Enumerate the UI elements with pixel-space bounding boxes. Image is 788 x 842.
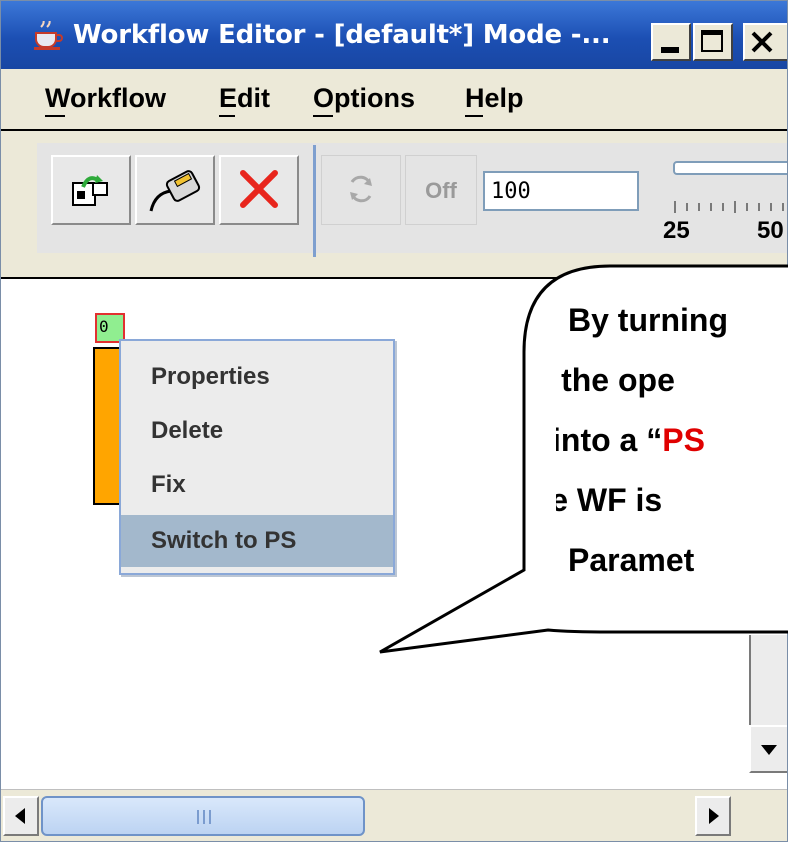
callout-line-5: Paramet [568, 542, 695, 578]
slider-label-25: 25 [663, 217, 690, 244]
callout-line-4: the WF is [556, 482, 663, 518]
callout-line-3-text: into a “ [556, 422, 663, 458]
menu-help[interactable]: Help [465, 83, 524, 114]
toolbar-separator [313, 145, 316, 257]
red-x-icon [240, 170, 278, 208]
menu-item-delete[interactable]: Delete [121, 405, 393, 457]
menu-item-fix[interactable]: Fix [121, 459, 393, 511]
speed-input[interactable] [483, 171, 639, 211]
toolbar: Off 25 50 [1, 131, 787, 279]
export-button[interactable] [51, 155, 131, 225]
mnemonic-underline [313, 115, 333, 117]
scroll-grip [209, 810, 211, 824]
callout-highlight-ps: PS [662, 422, 705, 458]
close-button[interactable] [743, 23, 787, 61]
mnemonic-underline [219, 115, 235, 117]
maximize-button[interactable] [693, 23, 733, 61]
refresh-button[interactable] [321, 155, 401, 225]
scroll-grip [197, 810, 199, 824]
off-label: Off [425, 178, 457, 203]
refresh-icon [350, 175, 372, 203]
horizontal-scrollbar[interactable] [1, 789, 787, 841]
delete-tool-button[interactable] [219, 155, 299, 225]
menu-bar: Workflow Edit Options Help [1, 69, 787, 131]
speed-slider[interactable] [673, 161, 787, 175]
title-bar[interactable]: Workflow Editor - [default*] Mode -... [1, 1, 787, 69]
close-icon [751, 31, 773, 53]
scroll-left-button[interactable] [3, 796, 39, 836]
slider-ticks [674, 201, 784, 213]
scroll-down-button[interactable] [749, 725, 787, 773]
maximize-icon [701, 30, 723, 52]
menu-item-switch-to-ps[interactable]: Switch to PS [121, 515, 393, 567]
menu-item-properties[interactable]: Properties [121, 351, 393, 403]
callout-line-1: By turning [568, 302, 728, 338]
menu-options[interactable]: Options [313, 83, 415, 114]
left-arrow-icon [15, 808, 25, 824]
context-menu: Properties Delete Fix Switch to PS [119, 339, 395, 575]
callout-line-2: of the ope [556, 362, 675, 398]
down-arrow-icon [761, 745, 777, 755]
off-toggle-button[interactable]: Off [405, 155, 477, 225]
callout-text: By turning of the ope into a “PS the WF … [556, 302, 788, 632]
export-icon [72, 175, 108, 206]
java-cup-icon [34, 21, 63, 50]
scroll-right-button[interactable] [695, 796, 731, 836]
menu-workflow[interactable]: Workflow [45, 83, 166, 114]
minimize-button[interactable] [651, 23, 691, 61]
vertical-scroll-track[interactable] [749, 635, 787, 725]
connect-button[interactable] [135, 155, 215, 225]
menu-edit[interactable]: Edit [219, 83, 270, 114]
horizontal-scroll-thumb[interactable] [41, 796, 365, 836]
window-title: Workflow Editor - [default*] Mode -... [73, 20, 611, 50]
mnemonic-underline [465, 115, 483, 117]
minimize-icon [661, 47, 679, 53]
callout-line-3: into a “PS [556, 422, 705, 459]
scroll-grip [203, 810, 205, 824]
mnemonic-underline [45, 115, 65, 117]
plug-icon [149, 170, 201, 212]
right-arrow-icon [709, 808, 719, 824]
slider-label-50: 50 [757, 217, 784, 244]
